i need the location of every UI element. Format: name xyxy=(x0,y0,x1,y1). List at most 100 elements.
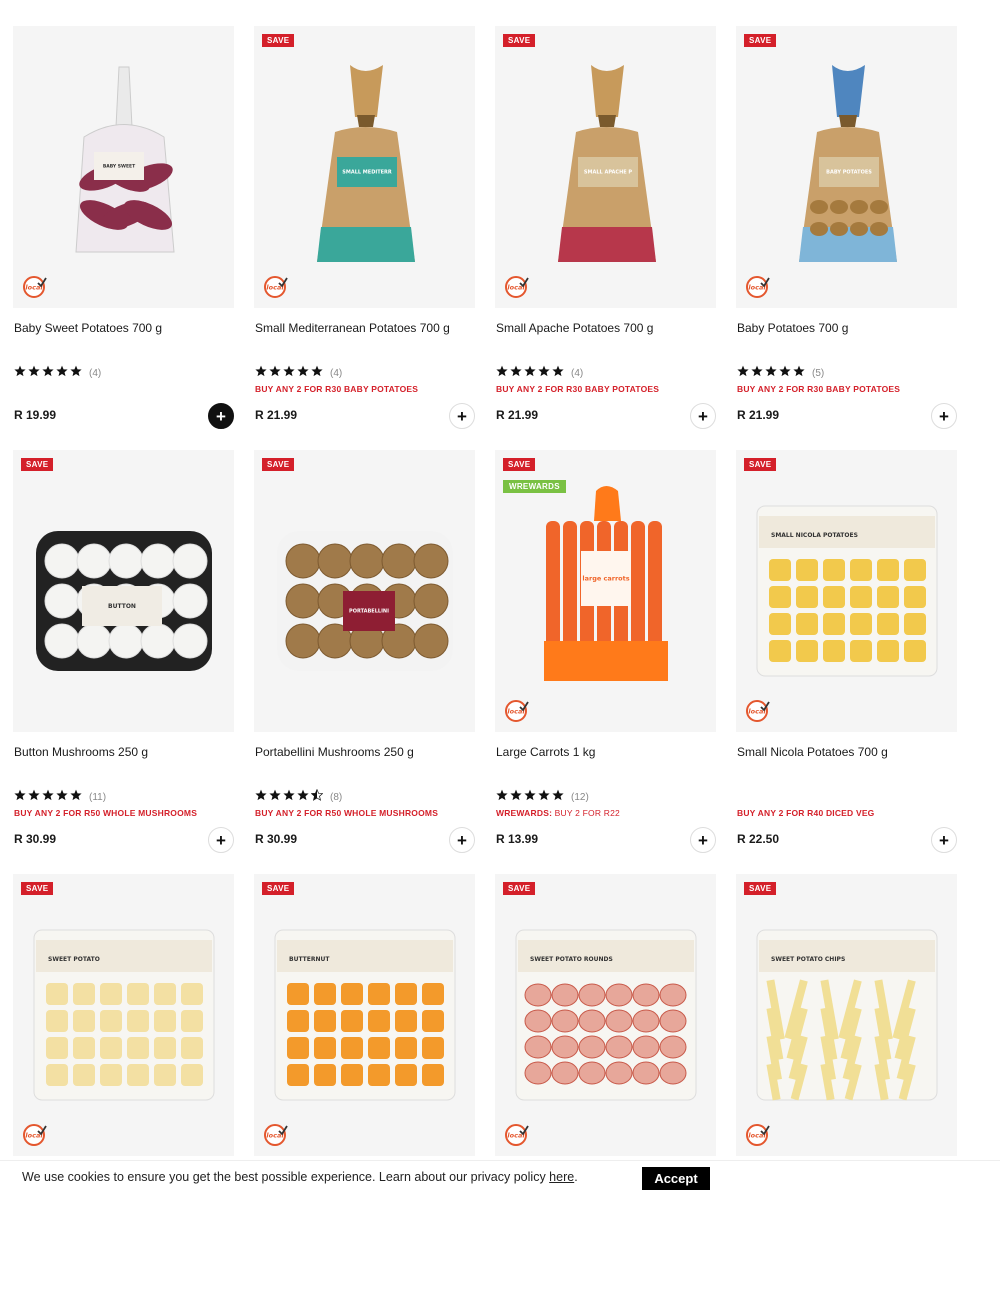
proudly-local-icon: local xyxy=(264,1124,288,1146)
product-image-box[interactable]: SAVE BABY POTATOES local xyxy=(736,26,957,308)
svg-text:PORTABELLINI: PORTABELLINI xyxy=(349,609,389,615)
product-card[interactable]: SAVE PORTABELLINI Portabellini Mushrooms 2… xyxy=(254,450,475,872)
product-name[interactable]: Small Nicola Potatoes 700 g xyxy=(737,745,888,759)
badge-group: SAVE xyxy=(744,882,777,895)
star-rating: (8) xyxy=(255,788,342,806)
add-to-cart-button[interactable]: + xyxy=(208,403,234,429)
svg-text:SMALL APACHE P: SMALL APACHE P xyxy=(583,170,632,176)
product-image-box[interactable]: SAVE BUTTERNUT local xyxy=(254,874,475,1156)
add-to-cart-button[interactable]: + xyxy=(690,827,716,853)
product-image-box[interactable]: SAVE SMALL APACHE P local xyxy=(495,26,716,308)
accept-cookies-button[interactable]: Accept xyxy=(642,1167,710,1190)
product-image: SWEET POTATO xyxy=(33,929,214,1101)
plus-icon: + xyxy=(457,830,467,850)
star-icon xyxy=(779,364,791,382)
product-image: BUTTON xyxy=(35,531,212,671)
product-price: R 21.99 xyxy=(496,408,539,422)
svg-text:BABY SWEET: BABY SWEET xyxy=(102,164,135,170)
star-icon xyxy=(28,788,40,806)
product-image-box[interactable]: SAVE SMALL MEDITERR local xyxy=(254,26,475,308)
star-icon xyxy=(737,364,749,382)
product-image-box[interactable]: SAVE PORTABELLINI xyxy=(254,450,475,732)
promo-text[interactable]: WREWARDS: BUY 2 FOR R22 xyxy=(496,808,620,818)
product-name[interactable]: Small Mediterranean Potatoes 700 g xyxy=(255,321,450,335)
proudly-local-icon: local xyxy=(505,276,529,298)
svg-text:BABY POTATOES: BABY POTATOES xyxy=(826,170,872,176)
product-image: SMALL NICOLA POTATOES xyxy=(756,505,937,677)
star-rating: (4) xyxy=(496,364,583,382)
star-icon xyxy=(70,364,82,382)
product-card[interactable]: SAVE SWEET POTATO CHIPS local xyxy=(736,874,957,1296)
add-to-cart-button[interactable]: + xyxy=(690,403,716,429)
badge-group: SAVE xyxy=(503,34,536,47)
product-card[interactable]: SAVE WREWARDS large carrots local Large Carr… xyxy=(495,450,716,872)
plus-icon: + xyxy=(698,830,708,850)
add-to-cart-button[interactable]: + xyxy=(931,827,957,853)
save-badge: SAVE xyxy=(21,458,54,471)
svg-text:SMALL MEDITERR: SMALL MEDITERR xyxy=(342,170,392,176)
review-count: (8) xyxy=(330,791,343,803)
badge-group: SAVE xyxy=(262,882,295,895)
product-image-box[interactable]: SAVE WREWARDS large carrots local xyxy=(495,450,716,732)
product-card[interactable]: SAVE SMALL NICOLA POTATOES local Small Nico… xyxy=(736,450,957,872)
star-icon xyxy=(765,364,777,382)
cookie-banner: We use cookies to ensure you get the bes… xyxy=(0,1160,1000,1190)
star-icon xyxy=(283,364,295,382)
product-image-box[interactable]: SAVE SWEET POTATO ROUNDS local xyxy=(495,874,716,1156)
badge-group: SAVE WREWARDS xyxy=(503,458,566,493)
star-icon xyxy=(14,364,26,382)
promo-text[interactable]: BUY ANY 2 FOR R30 BABY POTATOES xyxy=(255,384,418,394)
product-image-box[interactable]: SAVE BUTTON xyxy=(13,450,234,732)
add-to-cart-button[interactable]: + xyxy=(449,403,475,429)
product-card[interactable]: SAVE BUTTON Button Mushrooms 250 g (11) BUY … xyxy=(13,450,234,872)
promo-text[interactable]: BUY ANY 2 FOR R30 BABY POTATOES xyxy=(496,384,659,394)
product-name[interactable]: Baby Sweet Potatoes 700 g xyxy=(14,321,162,335)
product-image: PORTABELLINI xyxy=(276,531,453,671)
star-icon xyxy=(510,788,522,806)
privacy-policy-link[interactable]: here xyxy=(549,1170,574,1184)
add-to-cart-button[interactable]: + xyxy=(931,403,957,429)
add-to-cart-button[interactable]: + xyxy=(208,827,234,853)
product-price: R 19.99 xyxy=(14,408,57,422)
product-card[interactable]: SAVE BABY POTATOES local Baby Potatoes 700 … xyxy=(736,26,957,448)
product-card[interactable]: SAVE SMALL APACHE P local Small Apache Pota… xyxy=(495,26,716,448)
star-icon xyxy=(56,788,68,806)
product-image-box[interactable]: SAVE SMALL NICOLA POTATOES local xyxy=(736,450,957,732)
badge-group: SAVE xyxy=(21,882,54,895)
proudly-local-icon: local xyxy=(746,276,770,298)
product-card[interactable]: SAVE SMALL MEDITERR local Small Mediterrane… xyxy=(254,26,475,448)
product-card[interactable]: BABY SWEET local Baby Sweet Potatoes 700 … xyxy=(13,26,234,448)
promo-text[interactable]: BUY ANY 2 FOR R50 WHOLE MUSHROOMS xyxy=(14,808,197,818)
review-count: (12) xyxy=(571,791,589,803)
product-name[interactable]: Small Apache Potatoes 700 g xyxy=(496,321,653,335)
product-name[interactable]: Button Mushrooms 250 g xyxy=(14,745,148,759)
product-image-box[interactable]: BABY SWEET local xyxy=(13,26,234,308)
star-icon xyxy=(793,364,805,382)
svg-text:SWEET POTATO CHIPS: SWEET POTATO CHIPS xyxy=(771,956,845,963)
product-name[interactable]: Large Carrots 1 kg xyxy=(496,745,595,759)
save-badge: SAVE xyxy=(503,34,536,47)
star-icon xyxy=(552,788,564,806)
add-to-cart-button[interactable]: + xyxy=(449,827,475,853)
star-icon xyxy=(297,788,309,806)
star-icon xyxy=(552,364,564,382)
star-rating: (11) xyxy=(14,788,106,806)
svg-text:large carrots: large carrots xyxy=(582,575,629,583)
product-name[interactable]: Portabellini Mushrooms 250 g xyxy=(255,745,414,759)
star-icon xyxy=(538,364,550,382)
product-card[interactable]: SAVE BUTTERNUT local xyxy=(254,874,475,1296)
star-icon xyxy=(510,364,522,382)
star-icon xyxy=(56,364,68,382)
promo-text[interactable]: BUY ANY 2 FOR R40 DICED VEG xyxy=(737,808,875,818)
product-name[interactable]: Baby Potatoes 700 g xyxy=(737,321,848,335)
promo-text[interactable]: BUY ANY 2 FOR R50 WHOLE MUSHROOMS xyxy=(255,808,438,818)
product-card[interactable]: SAVE SWEET POTATO local xyxy=(13,874,234,1296)
star-icon xyxy=(524,788,536,806)
promo-text[interactable]: BUY ANY 2 FOR R30 BABY POTATOES xyxy=(737,384,900,394)
product-card[interactable]: SAVE SWEET POTATO ROUNDS local xyxy=(495,874,716,1296)
product-image-box[interactable]: SAVE SWEET POTATO local xyxy=(13,874,234,1156)
product-image-box[interactable]: SAVE SWEET POTATO CHIPS local xyxy=(736,874,957,1156)
proudly-local-icon: local xyxy=(505,1124,529,1146)
badge-group: SAVE xyxy=(21,458,54,471)
proudly-local-icon: local xyxy=(23,1124,47,1146)
